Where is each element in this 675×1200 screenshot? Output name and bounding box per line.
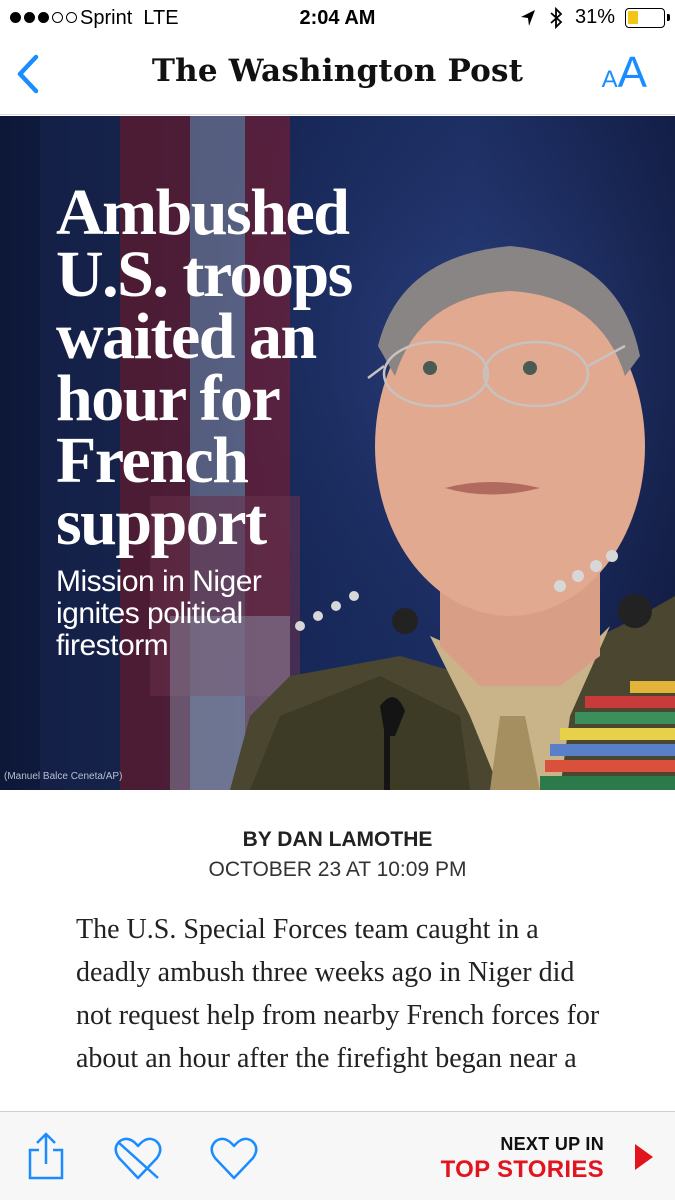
byline[interactable]: BY DAN LAMOTHE (0, 828, 675, 852)
hero-image[interactable]: Ambushed U.S. troops waited an hour for … (0, 116, 675, 790)
text-size-button[interactable]: AA (602, 48, 647, 98)
location-arrow-icon (520, 9, 535, 26)
play-arrow-icon (635, 1144, 653, 1170)
heart-icon (210, 1137, 258, 1180)
status-bar: Sprint LTE 2:04 AM 31% (0, 0, 675, 38)
status-indicators: 31% (519, 6, 670, 29)
text-size-large-label: A (617, 48, 647, 97)
subheadline: Mission in Niger ignites political fires… (56, 565, 262, 662)
article-body: The U.S. Special Forces team caught in a… (76, 914, 600, 1074)
battery-level (628, 10, 638, 24)
bluetooth-icon (550, 6, 563, 29)
text-size-small-label: A (601, 66, 618, 93)
heart-broken-icon (114, 1137, 162, 1180)
next-up-button[interactable]: NEXT UP IN TOP STORIES (431, 1132, 661, 1188)
battery-percent: 31% (574, 6, 615, 28)
unlike-button[interactable] (112, 1136, 164, 1182)
photo-credit: (Manuel Balce Ceneta/AP) (4, 771, 123, 782)
bottom-toolbar: NEXT UP IN TOP STORIES (0, 1111, 675, 1200)
next-up-section: TOP STORIES (440, 1156, 604, 1183)
masthead-logo: The Washington Post (151, 53, 524, 89)
battery-icon (625, 7, 670, 28)
headline: Ambushed U.S. troops waited an hour for … (56, 176, 353, 559)
next-up-label: NEXT UP IN (500, 1134, 604, 1154)
publish-date: OCTOBER 23 AT 10:09 PM (208, 858, 467, 881)
share-icon (28, 1132, 64, 1180)
share-button[interactable] (26, 1130, 66, 1182)
like-button[interactable] (208, 1136, 260, 1182)
nav-bar: The Washington Post AA (0, 38, 675, 115)
